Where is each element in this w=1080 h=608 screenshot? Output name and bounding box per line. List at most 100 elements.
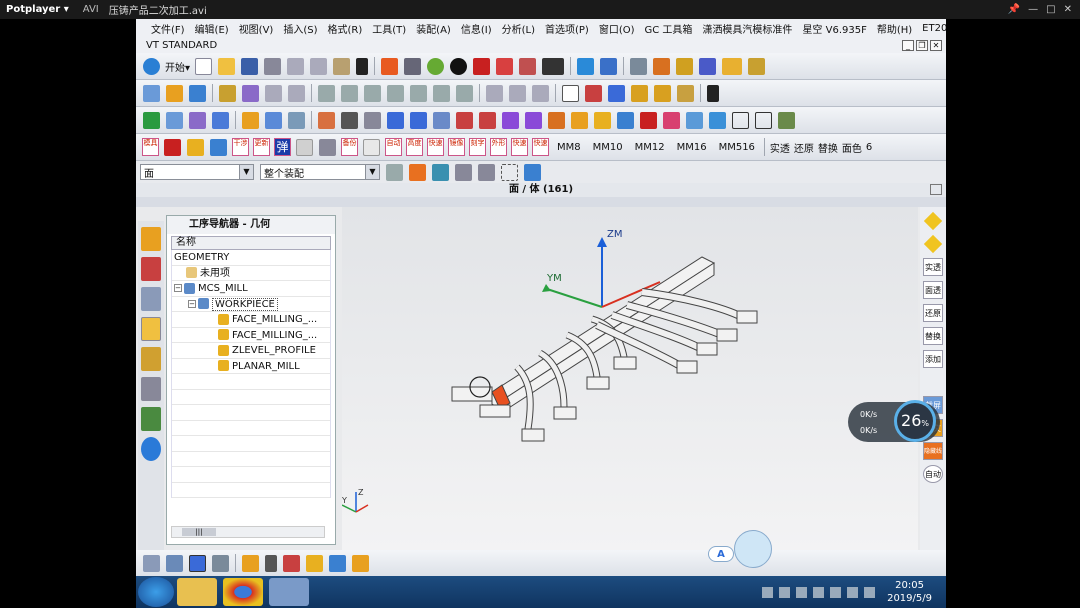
copy-geometry-icon[interactable] [166,111,183,129]
method-view-icon[interactable] [212,554,229,572]
collapse-icon[interactable]: − [174,284,182,292]
red-cube-icon[interactable] [164,138,181,156]
ruler-icon[interactable] [722,57,743,75]
mm10-button[interactable]: MM10 [587,142,629,153]
menu-edit[interactable]: 编辑(E) [190,21,234,36]
mail-icon[interactable] [288,111,305,129]
mm16-button[interactable]: MM16 [671,142,713,153]
player-logo[interactable]: Potplayer ▾ [0,4,73,15]
bom-icon[interactable] [433,84,450,102]
axis-icon[interactable] [778,111,795,129]
assistant-widget[interactable]: A [708,530,774,568]
add-tool[interactable]: 添加 [923,350,943,368]
fit-view-icon[interactable] [381,57,399,75]
tree-row-zlevel-profile[interactable]: ZLEVEL_PROFILE [172,343,330,359]
add-component-icon[interactable] [189,84,206,102]
mold-button[interactable]: 模具 [142,138,159,156]
constraint-icon[interactable] [219,84,236,102]
new-file-icon[interactable] [195,57,213,75]
component-icon[interactable] [166,84,183,102]
interference-button[interactable]: 干涉 [232,138,249,156]
minimize-button[interactable]: — [1028,4,1038,15]
rectangle-icon[interactable] [732,111,749,129]
geometry-view-icon[interactable] [189,554,206,572]
assembly-icon[interactable] [143,84,160,102]
collapse-icon[interactable]: − [188,299,196,308]
open-folder-icon[interactable] [218,57,236,75]
auto-tool[interactable]: 自动 [923,465,943,483]
exit-icon[interactable] [363,138,380,156]
tray-help-icon[interactable] [779,586,791,598]
quick-clamp-button[interactable]: 快速 [532,138,549,156]
menu-window[interactable]: 窗口(O) [594,21,640,36]
layer-settings-icon[interactable] [630,57,648,75]
color-box-icon[interactable] [473,57,491,75]
cut-icon[interactable] [287,57,305,75]
tree-row-face-milling-1[interactable]: FACE_MILLING_... [172,312,330,328]
history-tab-icon[interactable] [141,407,161,431]
solid-transparent-tool[interactable]: 实透 [923,258,943,276]
thermometer-icon[interactable] [210,138,227,156]
render-style-icon[interactable] [404,57,422,75]
arrow-left-icon[interactable] [387,111,404,129]
mate-icon[interactable] [242,84,259,102]
tool-path-icon[interactable] [608,84,625,102]
gold-box-icon[interactable] [187,138,204,156]
undo-icon[interactable] [432,163,449,181]
menu-mold-standard[interactable]: 潇洒模具汽模标准件 [697,21,797,36]
tree-row-face-milling-2[interactable]: FACE_MILLING_... [172,328,330,343]
operation-nav-tab-icon[interactable] [141,317,161,341]
menu-gc-toolbox[interactable]: GC 工具箱 [640,21,698,36]
menu-info[interactable]: 信息(I) [456,21,497,36]
snap-point-icon[interactable] [577,57,595,75]
layers-icon[interactable] [548,111,565,129]
menu-tools[interactable]: 工具(T) [367,21,411,36]
start-button[interactable]: 开始▾ [163,59,192,74]
chain-icon[interactable] [352,554,369,572]
assembly-nav-tab-icon[interactable] [141,227,161,251]
copy-to-icon[interactable] [319,138,336,156]
face-transparent-tool[interactable]: 面透 [923,281,943,299]
ribbon-icon[interactable] [663,111,680,129]
move-object-icon[interactable] [699,57,717,75]
delete-icon[interactable] [356,57,369,75]
update-button[interactable]: 更新 [253,138,270,156]
restore-view-icon[interactable] [930,184,942,195]
snap-icon[interactable] [409,163,426,181]
maximize-button[interactable]: □ [1046,4,1055,15]
plus-icon[interactable] [265,554,277,572]
wcs-icon[interactable] [653,57,671,75]
tray-power-icon[interactable] [796,586,808,598]
wave-icon[interactable] [387,84,404,102]
menu-xingkong[interactable]: 星空 V6.935F [797,21,871,36]
select-all-icon[interactable] [501,163,518,181]
mm8-button[interactable]: MM8 [551,142,587,153]
doc-restore-button[interactable]: ❐ [916,39,928,51]
mm12-button[interactable]: MM12 [629,142,671,153]
horizontal-scrollbar[interactable]: ||| [171,526,325,538]
menu-format[interactable]: 格式(R) [323,21,368,36]
orient-view-icon[interactable] [450,57,468,75]
part-nav-tab-icon[interactable] [141,287,161,311]
boxes-icon[interactable] [686,111,703,129]
frame-icon[interactable] [265,111,282,129]
sketch-icon[interactable] [562,84,579,102]
column-header-name[interactable]: 名称 [171,236,331,250]
rotate-icon[interactable] [525,111,542,129]
taskbar-explorer-icon[interactable] [177,578,217,606]
type-filter-select[interactable]: 面 ▼ [140,164,254,180]
tree-row-mcs-mill[interactable]: − MCS_MILL [172,281,330,297]
reuse-library-tab-icon[interactable] [141,377,161,401]
solid-transparent-button[interactable]: 实透 [768,140,792,155]
close-icon[interactable] [707,84,719,102]
tree-row-planar-mill[interactable]: PLANAR_MILL [172,359,330,374]
tray-network-icon[interactable] [864,586,876,598]
save-icon[interactable] [241,57,259,75]
offset-icon[interactable] [433,111,450,129]
document-icon[interactable] [364,111,381,129]
close-button[interactable]: ✕ [1064,4,1072,15]
gray-box-icon[interactable] [296,138,313,156]
outline-button[interactable]: 外形 [490,138,507,156]
postprocess-icon[interactable] [654,84,671,102]
tool-view-icon[interactable] [166,554,183,572]
